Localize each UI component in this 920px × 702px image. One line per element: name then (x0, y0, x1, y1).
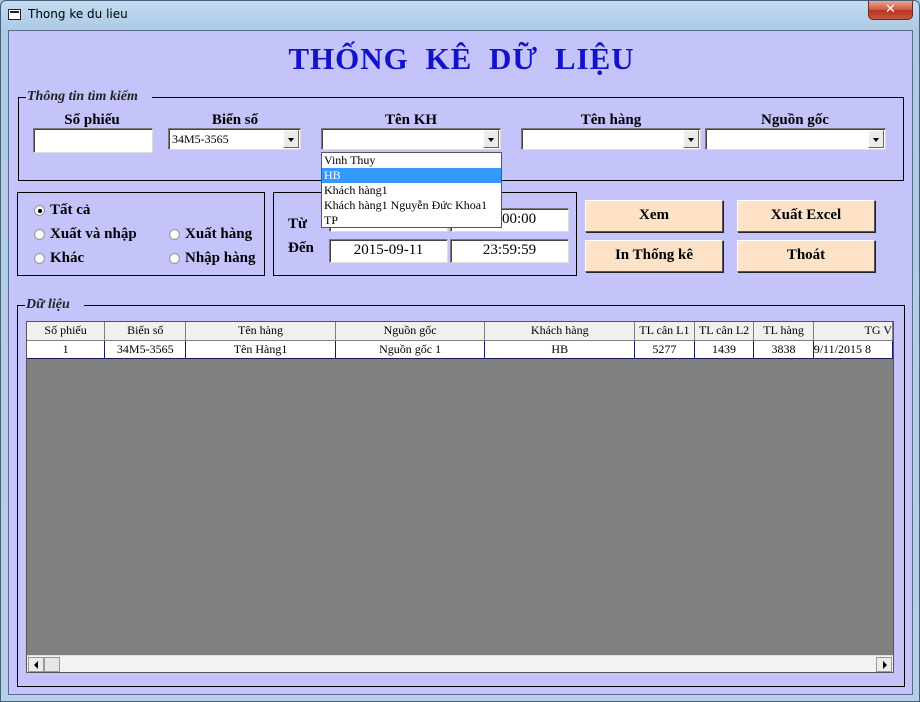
ten-kh-dropdown-list: Vinh Thuy HB Khách hàng1 Khách hàng1 Ngu… (321, 152, 502, 228)
column-header[interactable]: Nguồn gốc (335, 322, 486, 341)
radio-unchecked-icon (169, 229, 180, 240)
radio-tat-ca[interactable]: Tất cả (34, 202, 90, 219)
xuat-excel-button[interactable]: Xuất Excel (737, 200, 875, 232)
radio-unchecked-icon (34, 253, 45, 264)
table-cell[interactable]: 9/11/2015 8 (813, 340, 893, 359)
to-date-input[interactable]: 2015-09-11 (329, 239, 448, 263)
chevron-down-icon[interactable] (283, 130, 299, 148)
dropdown-option[interactable]: TP (322, 213, 501, 227)
bien-so-value: 34M5-3565 (172, 132, 229, 146)
from-label: Từ (288, 216, 308, 232)
table-cell[interactable]: Tên Hàng1 (185, 340, 336, 359)
dropdown-option-highlighted[interactable]: HB (322, 168, 501, 183)
dropdown-option[interactable]: Vinh Thuy (322, 153, 501, 168)
radio-checked-icon (34, 205, 45, 216)
nguon-goc-label: Nguồn gốc (761, 112, 829, 128)
window-title: Thong ke du lieu (28, 7, 128, 21)
ten-kh-label: Tên KH (384, 112, 438, 128)
chevron-down-icon[interactable] (868, 130, 884, 148)
scroll-right-arrow-icon[interactable] (876, 657, 892, 672)
xem-button[interactable]: Xem (585, 200, 723, 232)
table-cell[interactable]: 34M5-3565 (104, 340, 187, 359)
title-bar: Thong ke du lieu ✕ (1, 1, 919, 29)
chevron-down-icon[interactable] (683, 130, 699, 148)
column-header[interactable]: Biển số (104, 322, 187, 341)
table-cell[interactable]: 1439 (694, 340, 755, 359)
bien-so-label: Biển số (211, 112, 259, 128)
radio-xuat-hang-label: Xuất hàng (185, 226, 253, 242)
to-time-input[interactable]: 23:59:59 (450, 239, 569, 263)
radio-xuat-va-nhap[interactable]: Xuất và nhập (34, 226, 137, 243)
ten-hang-combo[interactable] (521, 128, 701, 150)
horizontal-scrollbar[interactable] (27, 655, 893, 672)
column-header[interactable]: Số phiếu (27, 322, 106, 341)
radio-khac-label: Khác (50, 250, 85, 266)
table-header-row: Số phiếu Biển số Tên hàng Nguồn gốc Khác… (27, 322, 893, 341)
ten-hang-label: Tên hàng (580, 112, 642, 128)
table-row[interactable]: 1 34M5-3565 Tên Hàng1 Nguồn gốc 1 HB 527… (27, 340, 893, 359)
table-cell[interactable]: 1 (27, 340, 106, 359)
table-cell[interactable]: 5277 (634, 340, 695, 359)
scroll-left-arrow-icon[interactable] (28, 657, 44, 672)
chevron-down-icon[interactable] (483, 130, 499, 148)
column-header[interactable]: TL cân L2 (694, 322, 755, 341)
data-group-label: Dữ liệu (25, 297, 84, 313)
table-cell[interactable]: 3838 (753, 340, 814, 359)
dropdown-option[interactable]: Khách hàng1 (322, 183, 501, 198)
so-phieu-input[interactable] (33, 128, 153, 153)
radio-xuat-va-nhap-label: Xuất và nhập (50, 226, 137, 242)
column-header[interactable]: Tên hàng (185, 322, 336, 341)
radio-xuat-hang[interactable]: Xuất hàng (169, 226, 252, 243)
dropdown-option[interactable]: Khách hàng1 Nguyễn Đức Khoa1 (322, 198, 501, 213)
nguon-goc-combo[interactable] (705, 128, 886, 150)
window: Thong ke du lieu ✕ THỐNG KÊ DỮ LIỆU Thôn… (0, 0, 920, 702)
column-header[interactable]: TL cân L1 (634, 322, 695, 341)
so-phieu-label: Số phiếu (64, 112, 120, 128)
radio-khac[interactable]: Khác (34, 250, 84, 267)
form-client-area: THỐNG KÊ DỮ LIỆU Thông tin tìm kiếm Số p… (8, 30, 913, 695)
page-title: THỐNG KÊ DỮ LIỆU (288, 41, 635, 76)
column-header[interactable]: TG V (813, 322, 893, 341)
radio-unchecked-icon (169, 253, 180, 264)
radio-nhap-hang-label: Nhập hàng (185, 250, 256, 266)
search-group-label: Thông tin tìm kiếm (26, 89, 152, 105)
radio-nhap-hang[interactable]: Nhập hàng (169, 250, 255, 267)
scrollbar-thumb[interactable] (44, 657, 60, 672)
column-header[interactable]: Khách hàng (484, 322, 636, 341)
close-button[interactable]: ✕ (868, 1, 913, 20)
table-cell[interactable]: HB (484, 340, 636, 359)
bien-so-combo[interactable]: 34M5-3565 (168, 128, 301, 150)
window-icon (8, 9, 21, 20)
in-thong-ke-button[interactable]: In Thống kê (585, 240, 723, 272)
ten-kh-combo[interactable] (321, 128, 501, 150)
column-header[interactable]: TL hàng (753, 322, 814, 341)
data-table: Số phiếu Biển số Tên hàng Nguồn gốc Khác… (27, 322, 893, 359)
radio-tat-ca-label: Tất cả (50, 202, 91, 218)
table-cell[interactable]: Nguồn gốc 1 (335, 340, 486, 359)
to-label: Đến (288, 240, 314, 256)
thoat-button[interactable]: Thoát (737, 240, 875, 272)
radio-unchecked-icon (34, 229, 45, 240)
data-grid[interactable]: Số phiếu Biển số Tên hàng Nguồn gốc Khác… (26, 321, 894, 673)
